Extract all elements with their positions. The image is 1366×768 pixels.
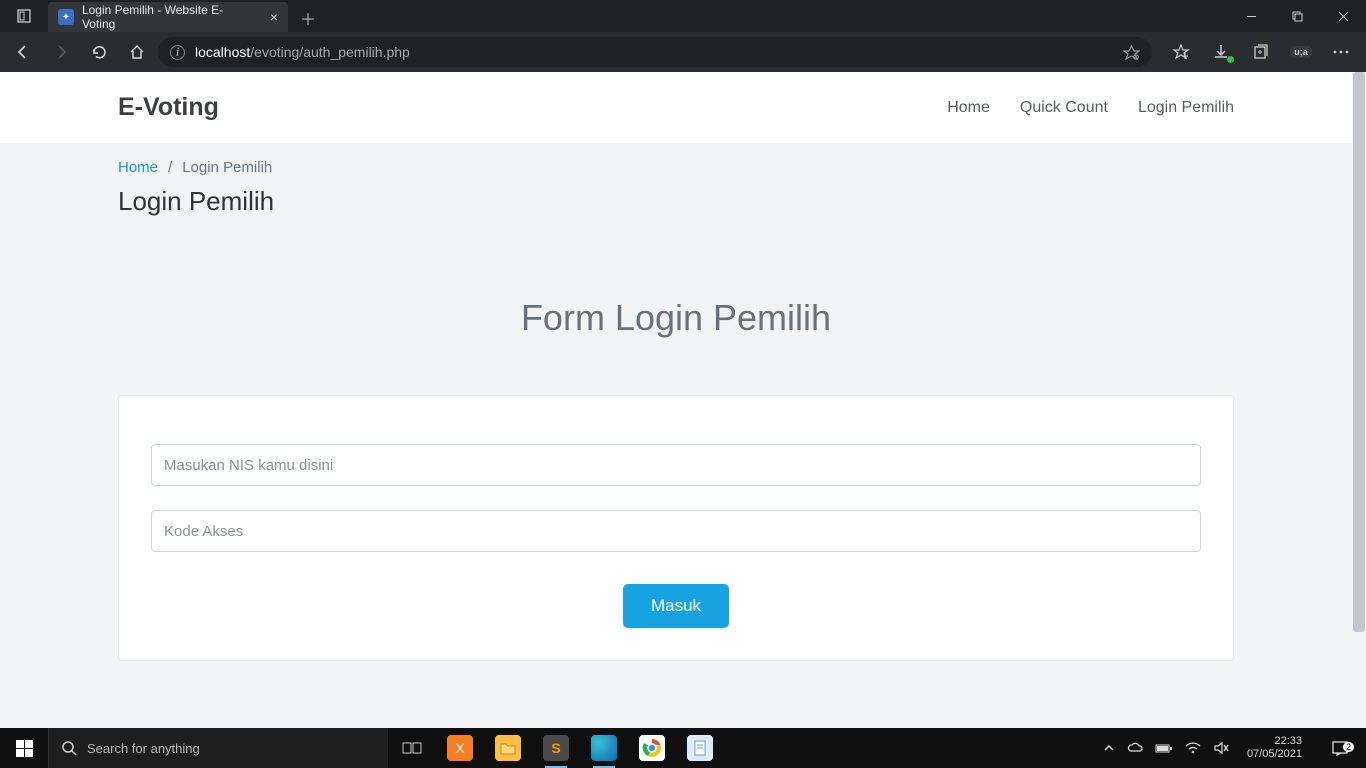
tray-onedrive-icon[interactable] [1127,742,1143,754]
forward-button [44,35,78,69]
tray-battery-icon[interactable] [1155,743,1173,754]
search-placeholder: Search for anything [87,741,200,756]
site-nav: Home Quick Count Login Pemilih [947,99,1234,117]
home-button[interactable] [120,35,154,69]
site-brand[interactable]: E-Voting [118,93,219,122]
downloads-icon[interactable] [1202,35,1240,69]
vertical-scrollbar[interactable] [1352,72,1366,728]
submit-button[interactable]: Masuk [623,584,729,628]
page-viewport: E-Voting Home Quick Count Login Pemilih … [0,72,1366,728]
notification-count: 2 [1343,742,1354,752]
tray-wifi-icon[interactable] [1185,742,1201,755]
taskbar-app-chrome[interactable] [628,728,676,768]
refresh-button[interactable] [82,35,116,69]
system-tray: 22:33 07/05/2021 2 [1097,735,1366,761]
page-title: Login Pemilih [118,186,1234,217]
back-button[interactable] [6,35,40,69]
windows-taskbar: Search for anything X S 22:33 07/05/2021 [0,728,1366,768]
minimize-button[interactable] [1228,0,1274,32]
site-header: E-Voting Home Quick Count Login Pemilih [0,72,1352,143]
scrollbar-thumb[interactable] [1353,72,1365,632]
tray-chevron-icon[interactable] [1103,742,1115,754]
taskbar-app-notepad[interactable] [676,728,724,768]
menu-icon[interactable] [1322,35,1360,69]
browser-addressbar: i localhost/evoting/auth_pemilih.php u;a [0,32,1366,72]
new-tab-button[interactable]: ＋ [294,4,322,32]
tab-title: Login Pemilih - Website E-Voting [82,3,256,31]
browser-tab[interactable]: ✦ Login Pemilih - Website E-Voting × [48,2,288,32]
taskbar-app-sublime[interactable]: S [532,728,580,768]
tray-time: 22:33 [1247,735,1302,748]
site-info-icon[interactable]: i [170,45,185,60]
collections-icon[interactable] [1242,35,1280,69]
window-controls [1228,0,1366,32]
breadcrumb: Home / Login Pemilih [118,159,1234,176]
search-icon [61,740,77,756]
breadcrumb-home[interactable]: Home [118,159,158,176]
close-window-button[interactable] [1320,0,1366,32]
tray-clock[interactable]: 22:33 07/05/2021 [1241,735,1308,761]
reader-mode-icon[interactable] [1123,44,1140,61]
taskbar-app-explorer[interactable] [484,728,532,768]
url-input[interactable]: i localhost/evoting/auth_pemilih.php [158,37,1152,67]
browser-tabbar: ✦ Login Pemilih - Website E-Voting × ＋ [0,0,1366,32]
tab-close-icon[interactable]: × [270,9,278,25]
tab-actions-icon[interactable] [0,0,48,32]
taskbar-app-xampp[interactable]: X [436,728,484,768]
kode-akses-input[interactable] [151,510,1201,552]
maximize-button[interactable] [1274,0,1320,32]
nis-input[interactable] [151,444,1201,486]
nav-quick-count[interactable]: Quick Count [1020,99,1108,117]
tray-date: 07/05/2021 [1247,748,1302,761]
tray-volume-icon[interactable] [1213,741,1229,755]
breadcrumb-sep: / [168,159,172,176]
tray-notifications-icon[interactable]: 2 [1320,740,1360,756]
login-card: Masuk [118,395,1234,661]
favorites-icon[interactable] [1162,35,1200,69]
nav-home[interactable]: Home [947,99,990,117]
favicon-icon: ✦ [58,9,74,25]
taskbar-search[interactable]: Search for anything [48,728,388,768]
form-title: Form Login Pemilih [0,297,1352,339]
url-text: localhost/evoting/auth_pemilih.php [195,44,410,60]
breadcrumb-current: Login Pemilih [182,159,272,176]
task-view-icon[interactable] [388,728,436,768]
nav-login-pemilih[interactable]: Login Pemilih [1138,99,1234,117]
extension-icon[interactable]: u;a [1282,35,1320,69]
taskbar-app-edge[interactable] [580,728,628,768]
start-button[interactable] [0,728,48,768]
